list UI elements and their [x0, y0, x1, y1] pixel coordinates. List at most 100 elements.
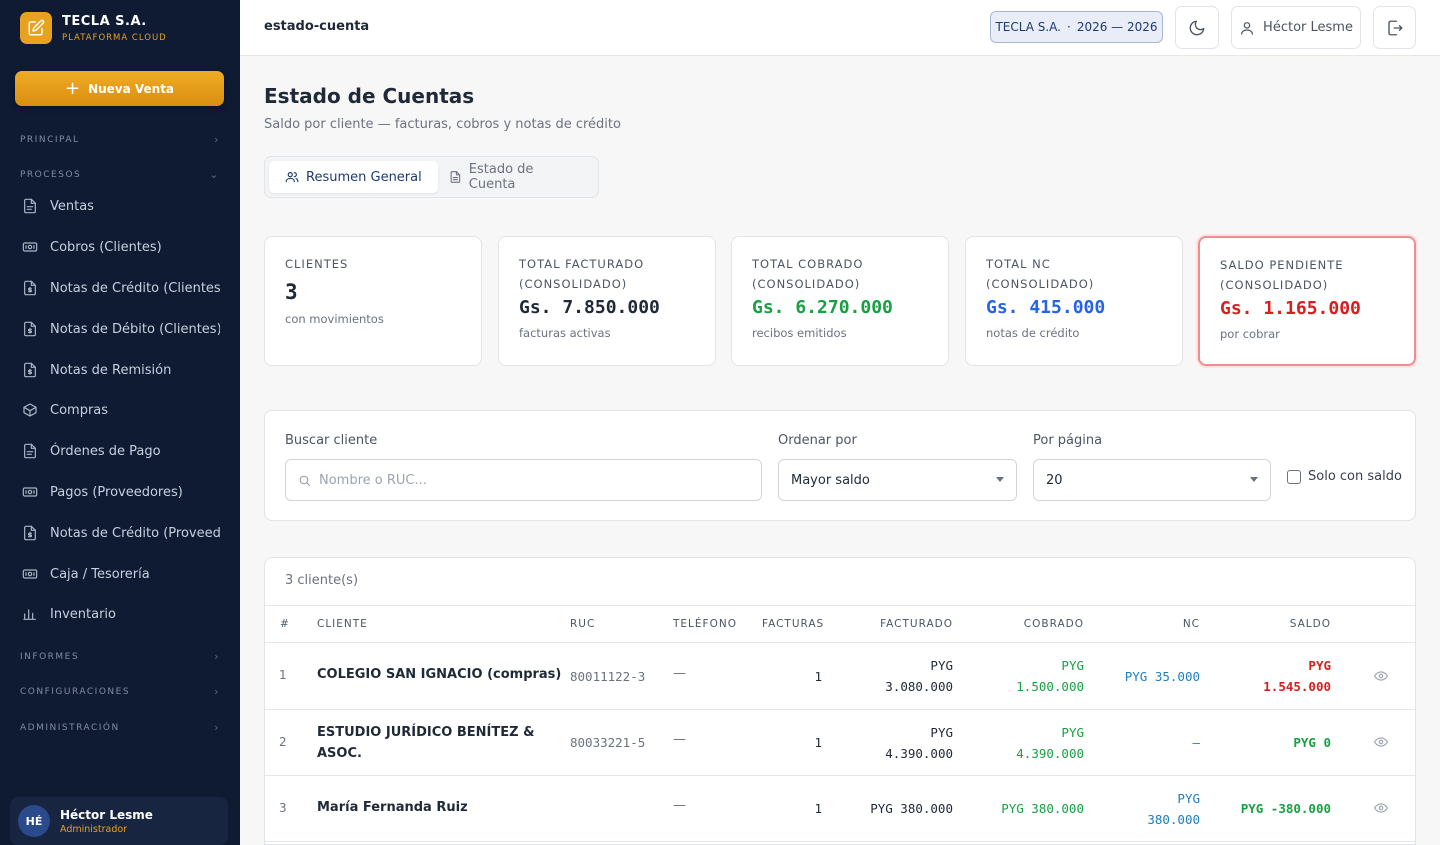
- file-dollar-icon: [24, 362, 36, 378]
- col-telefono: TELÉFONO: [673, 618, 737, 630]
- topbar: estado-cuenta TECLA S.A. · 2026 — 2026 H…: [240, 0, 1440, 56]
- card-value: Gs. 415.000: [986, 297, 1106, 318]
- brand-name: TECLA S.A.: [62, 13, 147, 29]
- row-invoices: 1: [814, 669, 822, 684]
- sidebar-item-cobros-clientes[interactable]: Cobros (Clientes): [22, 234, 220, 260]
- card-value: Gs. 7.850.000: [519, 297, 660, 318]
- section-principal[interactable]: PRINCIPAL ›: [20, 133, 220, 146]
- section-procesos[interactable]: PROCESOS ⌄: [20, 168, 220, 181]
- card-label: TOTAL NC (CONSOLIDADO): [986, 257, 1095, 291]
- cash-icon: [22, 487, 38, 497]
- chevron-right-icon: ›: [214, 721, 220, 734]
- col-nc: NC: [1182, 618, 1200, 630]
- brand-subtitle: PLATAFORMA CLOUD: [62, 32, 167, 43]
- caret-down-icon: [996, 477, 1004, 482]
- col-cobrado: COBRADO: [1023, 618, 1084, 630]
- table-row[interactable]: 2 ESTUDIO JURÍDICO BENÍTEZ & ASOC. 80033…: [265, 710, 1415, 776]
- search-icon: [299, 475, 310, 486]
- view-button[interactable]: [1373, 735, 1389, 753]
- plus-icon: +: [64, 77, 81, 99]
- row-balance: PYG 0: [1293, 735, 1331, 750]
- row-collected: PYG 380.000: [1001, 801, 1084, 816]
- card-saldo-pendiente: SALDO PENDIENTE (CONSOLIDADO) Gs. 1.165.…: [1198, 236, 1416, 366]
- sidebar-item-notas-de-remision[interactable]: Notas de Remisión: [22, 357, 220, 383]
- sidebar-item-inventario[interactable]: Inventario: [22, 601, 220, 627]
- row-nc: PYG 380.000: [1147, 788, 1200, 830]
- user-icon: [1241, 21, 1253, 35]
- col-index: #: [280, 618, 290, 630]
- file-dollar-icon: [24, 280, 36, 296]
- main-content: Estado de Cuentas Saldo por cliente — fa…: [240, 56, 1440, 845]
- row-phone: —: [673, 732, 686, 747]
- view-button[interactable]: [1373, 801, 1389, 819]
- section-configuraciones[interactable]: CONFIGURACIONES ›: [20, 685, 220, 698]
- sidebar-item-notas-de-credito-clientes[interactable]: Notas de Crédito (Clientes): [22, 275, 220, 301]
- row-billed-currency: PYG: [930, 658, 953, 673]
- filters-panel: Buscar cliente Nombre o RUC... Ordenar p…: [264, 410, 1416, 521]
- row-collected: PYG 4.390.000: [1016, 722, 1084, 764]
- only-balance-label: Solo con saldo: [1308, 469, 1402, 484]
- sidebar-item-ordenes-de-pago[interactable]: Órdenes de Pago: [22, 438, 220, 464]
- tab-resumen-general[interactable]: Resumen General: [269, 161, 438, 193]
- only-balance-checkbox[interactable]: Solo con saldo: [1287, 469, 1402, 484]
- section-informes-label: INFORMES: [20, 651, 80, 662]
- search-input[interactable]: Nombre o RUC...: [285, 459, 762, 501]
- card-label: SALDO PENDIENTE (CONSOLIDADO): [1220, 258, 1344, 292]
- new-sale-button[interactable]: + Nueva Venta: [15, 71, 224, 106]
- logout-button[interactable]: [1373, 6, 1416, 49]
- section-configuraciones-label: CONFIGURACIONES: [20, 686, 131, 697]
- brand[interactable]: TECLA S.A. PLATAFORMA CLOUD: [0, 0, 240, 56]
- period-label: 2026 — 2026: [1076, 20, 1158, 34]
- row-phone: —: [673, 798, 686, 813]
- file-dollar-icon: [24, 321, 36, 337]
- sidebar-item-label: Notas de Remisión: [50, 362, 172, 378]
- card-clientes: CLIENTES 3 con movimientos: [264, 236, 482, 366]
- order-value: Mayor saldo: [791, 472, 870, 488]
- card-label: CLIENTES: [285, 257, 349, 271]
- order-select[interactable]: Mayor saldo: [778, 459, 1017, 501]
- tab-estado-label: Estado de Cuenta: [468, 162, 534, 192]
- theme-toggle-button[interactable]: [1175, 6, 1219, 49]
- row-billed: PYG 4.390.000: [885, 722, 953, 764]
- sidebar-item-notas-de-credito-proveedores[interactable]: Notas de Crédito (Proveedores): [22, 520, 220, 546]
- page-subtitle: Saldo por cliente — facturas, cobros y n…: [264, 117, 621, 132]
- tab-resumen-label: Resumen General: [306, 169, 422, 185]
- sidebar-item-compras[interactable]: Compras: [22, 397, 220, 423]
- row-nc-amount: 380.000: [1147, 812, 1200, 827]
- company-period-selector[interactable]: TECLA S.A. · 2026 — 2026: [990, 11, 1163, 43]
- sidebar-item-caja-tesoreria[interactable]: Caja / Tesorería: [22, 561, 220, 587]
- sidebar: TECLA S.A. PLATAFORMA CLOUD + Nueva Vent…: [0, 0, 240, 845]
- user-menu-name: Héctor Lesme: [1263, 20, 1353, 35]
- section-administracion-label: ADMINISTRACIÓN: [20, 722, 120, 733]
- table-row[interactable]: 1 COLEGIO SAN IGNACIO (compras) 80011122…: [265, 643, 1415, 710]
- eye-icon: [1374, 737, 1388, 747]
- col-ruc: RUC: [570, 618, 596, 630]
- tab-estado-cuenta[interactable]: Estado de Cuenta: [433, 161, 598, 193]
- section-administracion[interactable]: ADMINISTRACIÓN ›: [20, 721, 220, 734]
- sidebar-item-ventas[interactable]: Ventas: [22, 193, 220, 219]
- row-client-line: ASOC.: [317, 746, 362, 761]
- sidebar-item-pagos-proveedores[interactable]: Pagos (Proveedores): [22, 479, 220, 505]
- sidebar-item-notas-de-debito-clientes[interactable]: Notas de Débito (Clientes): [22, 316, 220, 342]
- user-menu-button[interactable]: Héctor Lesme: [1231, 6, 1361, 49]
- company-separator: ·: [1066, 20, 1071, 34]
- eye-icon: [1374, 803, 1388, 813]
- card-note: recibos emitidos: [752, 326, 847, 340]
- section-informes[interactable]: INFORMES ›: [20, 650, 220, 663]
- row-balance: PYG -380.000: [1240, 801, 1331, 816]
- sidebar-item-label: Órdenes de Pago: [50, 443, 161, 459]
- sidebar-user-name: Héctor Lesme: [60, 807, 153, 822]
- card-label: TOTAL FACTURADO (CONSOLIDADO): [519, 257, 645, 291]
- per-page-select[interactable]: 20: [1033, 459, 1271, 501]
- view-button[interactable]: [1373, 669, 1389, 687]
- row-billed-amount: 4.390.000: [885, 746, 953, 761]
- card-total-cobrado: TOTAL COBRADO (CONSOLIDADO) Gs. 6.270.00…: [731, 236, 949, 366]
- company-name: TECLA S.A.: [995, 20, 1061, 34]
- checkbox-box[interactable]: [1287, 469, 1301, 484]
- table-row[interactable]: 3 María Fernanda Ruiz — 1 PYG 380.000 PY…: [265, 776, 1415, 842]
- search-label: Buscar cliente: [285, 433, 378, 448]
- chevron-right-icon: ›: [214, 133, 220, 146]
- caret-down-icon: [1250, 477, 1258, 482]
- row-ruc: 80011122-3: [570, 669, 646, 684]
- sidebar-user-card[interactable]: HÉ Héctor Lesme Administrador: [10, 797, 228, 845]
